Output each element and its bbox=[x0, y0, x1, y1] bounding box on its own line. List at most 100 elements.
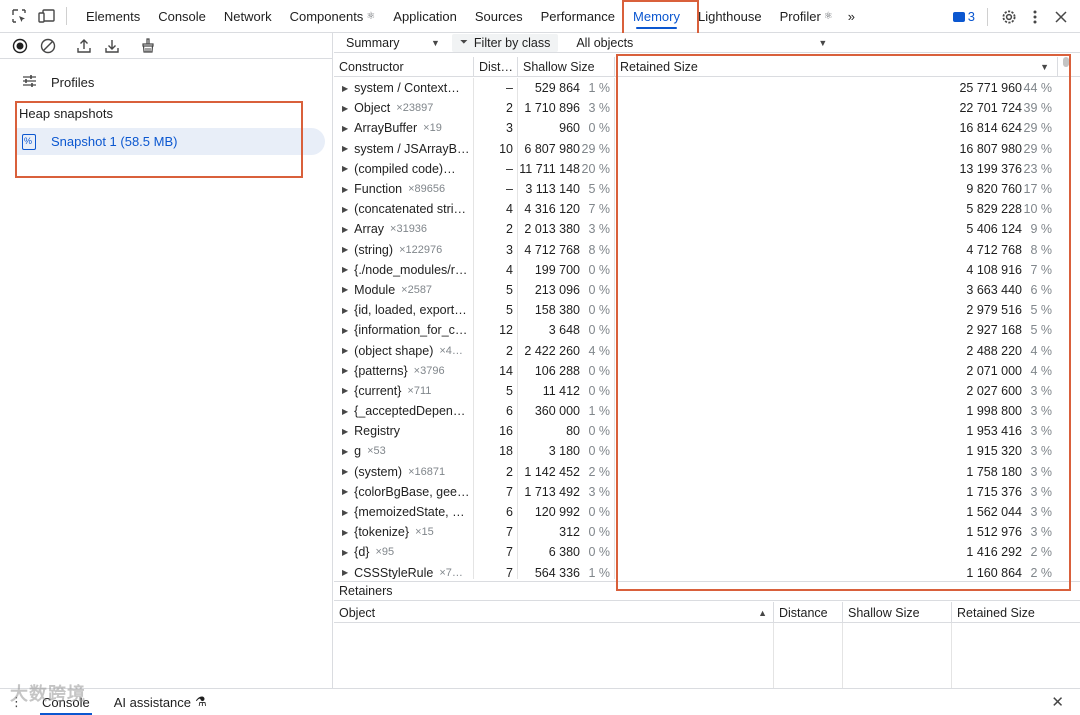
tab-components[interactable]: Components ⚛ bbox=[281, 0, 385, 33]
constructor-name: Registry bbox=[354, 424, 400, 439]
constructor-name: {id, loaded, export… bbox=[354, 303, 467, 318]
expand-triangle-icon[interactable]: ▶ bbox=[342, 568, 348, 577]
expand-triangle-icon[interactable]: ▶ bbox=[342, 245, 348, 254]
constructor-name: {_acceptedDepen… bbox=[354, 404, 466, 419]
expand-triangle-icon[interactable]: ▶ bbox=[342, 548, 348, 557]
tab-profiler[interactable]: Profiler ⚛ bbox=[771, 0, 842, 33]
expand-triangle-icon[interactable]: ▶ bbox=[342, 508, 348, 517]
cell-constructor: ▶ (compiled code)… bbox=[334, 158, 474, 179]
close-devtools-icon[interactable] bbox=[1048, 4, 1074, 30]
shallow-size-value: 158 380 bbox=[534, 303, 580, 318]
caret-down-icon[interactable]: ▼ bbox=[431, 38, 440, 48]
expand-triangle-icon[interactable]: ▶ bbox=[342, 225, 348, 234]
tab-sources[interactable]: Sources bbox=[466, 0, 532, 33]
cell-shallow-size: 6 807 980 29 % bbox=[518, 138, 615, 159]
tab-application[interactable]: Application bbox=[384, 0, 466, 33]
shallow-size-value: 564 336 bbox=[534, 565, 580, 579]
instance-count: ×122976 bbox=[399, 243, 443, 256]
caret-down-icon[interactable]: ▼ bbox=[818, 38, 827, 48]
tab-console[interactable]: Console bbox=[149, 0, 215, 33]
shallow-size-percent: 5 % bbox=[588, 182, 610, 197]
expand-triangle-icon[interactable]: ▶ bbox=[342, 104, 348, 113]
expand-triangle-icon[interactable]: ▶ bbox=[342, 447, 348, 456]
inspect-element-icon[interactable] bbox=[8, 5, 30, 27]
retainers-col-shallow bbox=[843, 623, 952, 688]
tab-elements[interactable]: Elements bbox=[77, 0, 149, 33]
collect-garbage-icon[interactable] bbox=[140, 37, 156, 54]
constructor-name: {information_for_c… bbox=[354, 323, 468, 338]
cell-constructor: ▶ Function ×89656 bbox=[334, 178, 474, 200]
snapshot-toolbar: Summary ▼ ⏷ Filter by class All objects … bbox=[334, 33, 1080, 53]
shallow-size-percent: 1 % bbox=[588, 565, 610, 579]
expand-triangle-icon[interactable]: ▶ bbox=[342, 346, 348, 355]
instance-count: ×89656 bbox=[408, 183, 446, 196]
expand-triangle-icon[interactable]: ▶ bbox=[342, 265, 348, 274]
shallow-size-value: 960 bbox=[559, 121, 580, 136]
cell-distance: 7 bbox=[474, 481, 518, 502]
expand-triangle-icon[interactable]: ▶ bbox=[342, 205, 348, 214]
view-select[interactable]: Summary bbox=[346, 36, 431, 50]
column-distance[interactable]: Dist… bbox=[474, 57, 518, 77]
instance-count: ×31936 bbox=[390, 223, 428, 236]
cell-shallow-size: 1 142 452 2 % bbox=[518, 461, 615, 482]
column-retainer-shallow-size[interactable]: Shallow Size bbox=[843, 602, 952, 623]
drawer-tab-ai-assistance[interactable]: AI assistance ⚗ bbox=[102, 689, 219, 715]
cell-constructor: ▶ Registry bbox=[334, 421, 474, 442]
expand-triangle-icon[interactable]: ▶ bbox=[342, 185, 348, 194]
column-shallow-size[interactable]: Shallow Size bbox=[518, 57, 615, 77]
expand-triangle-icon[interactable]: ▶ bbox=[342, 427, 348, 436]
expand-triangle-icon[interactable]: ▶ bbox=[342, 124, 348, 133]
shallow-size-value: 360 000 bbox=[534, 404, 580, 419]
expand-triangle-icon[interactable]: ▶ bbox=[342, 386, 348, 395]
more-options-icon[interactable] bbox=[1022, 4, 1048, 30]
expand-triangle-icon[interactable]: ▶ bbox=[342, 285, 348, 294]
shallow-size-value: 1 713 492 bbox=[524, 484, 580, 499]
expand-triangle-icon[interactable]: ▶ bbox=[342, 164, 348, 173]
column-retainer-distance[interactable]: Distance bbox=[774, 602, 843, 623]
column-object[interactable]: Object ▲ bbox=[334, 602, 774, 623]
watermark-logo: 大数跨境 bbox=[10, 684, 86, 704]
expand-triangle-icon[interactable]: ▶ bbox=[342, 84, 348, 93]
expand-triangle-icon[interactable]: ▶ bbox=[342, 366, 348, 375]
retainers-grid-body bbox=[334, 623, 1080, 688]
record-icon[interactable] bbox=[12, 38, 28, 54]
cell-shallow-size: 3 180 0 % bbox=[518, 441, 615, 462]
clear-all-icon[interactable] bbox=[40, 38, 56, 54]
column-constructor[interactable]: Constructor bbox=[334, 57, 474, 77]
expand-triangle-icon[interactable]: ▶ bbox=[342, 487, 348, 496]
expand-triangle-icon[interactable]: ▶ bbox=[342, 528, 348, 537]
cell-shallow-size: 529 864 1 % bbox=[518, 78, 615, 99]
tab-performance[interactable]: Performance bbox=[532, 0, 624, 33]
cell-constructor: ▶ Object ×23897 bbox=[334, 98, 474, 119]
cell-shallow-size: 4 712 768 8 % bbox=[518, 239, 615, 260]
save-profile-icon[interactable] bbox=[104, 38, 120, 54]
cell-constructor: ▶ {tokenize} ×15 bbox=[334, 522, 474, 543]
issues-badge[interactable]: 3 bbox=[952, 9, 975, 24]
expand-triangle-icon[interactable]: ▶ bbox=[342, 326, 348, 335]
objects-select[interactable]: All objects bbox=[576, 36, 818, 50]
toolbar-divider bbox=[987, 7, 988, 26]
shallow-size-value: 2 422 260 bbox=[524, 343, 580, 358]
profiles-sidebar: Profiles Heap snapshots Snapshot 1 (58.5… bbox=[0, 33, 333, 688]
constructor-name: Function bbox=[354, 182, 403, 197]
cell-constructor: ▶ {patterns} ×3796 bbox=[334, 360, 474, 381]
tab-network[interactable]: Network bbox=[215, 0, 281, 33]
issues-count: 3 bbox=[967, 9, 975, 24]
cell-constructor: ▶ system / JSArrayB… bbox=[334, 138, 474, 159]
device-toolbar-icon[interactable] bbox=[36, 5, 58, 27]
cell-shallow-size: 158 380 0 % bbox=[518, 300, 615, 321]
column-retainer-retained-size[interactable]: Retained Size bbox=[952, 602, 1072, 623]
expand-triangle-icon[interactable]: ▶ bbox=[342, 306, 348, 315]
expand-triangle-icon[interactable]: ▶ bbox=[342, 467, 348, 476]
settings-gear-icon[interactable] bbox=[996, 4, 1022, 30]
profiles-header[interactable]: Profiles bbox=[0, 65, 332, 99]
class-filter-input[interactable]: ⏷ Filter by class bbox=[451, 33, 559, 52]
expand-triangle-icon[interactable]: ▶ bbox=[342, 407, 348, 416]
tab-lighthouse[interactable]: Lighthouse bbox=[689, 0, 771, 33]
close-drawer-icon[interactable]: ✕ bbox=[1051, 693, 1064, 711]
cell-distance: 7 bbox=[474, 542, 518, 563]
more-tabs-button[interactable]: » bbox=[842, 0, 861, 33]
shallow-size-value: 4 316 120 bbox=[524, 202, 580, 217]
load-profile-icon[interactable] bbox=[76, 38, 92, 54]
expand-triangle-icon[interactable]: ▶ bbox=[342, 144, 348, 153]
